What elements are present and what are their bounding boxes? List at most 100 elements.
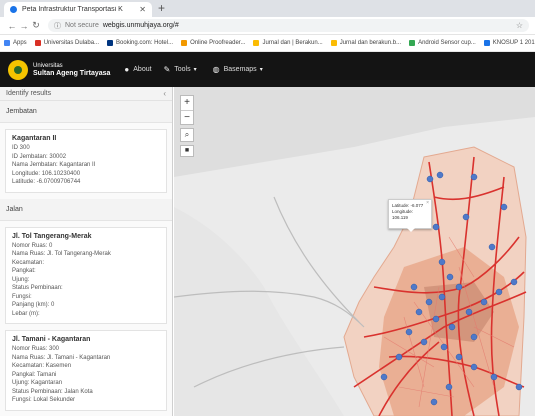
result-card-title: Jl. Tol Tangerang-Merak bbox=[12, 232, 92, 240]
result-group-title: Jembatan bbox=[0, 101, 172, 123]
bookmark-favicon-icon bbox=[107, 40, 114, 46]
map-favicon-icon bbox=[10, 6, 17, 13]
bridge-marker bbox=[495, 288, 503, 296]
result-attribute: Fungsi: bbox=[12, 293, 32, 300]
forward-icon[interactable]: → bbox=[18, 21, 30, 31]
bridge-marker bbox=[515, 383, 523, 391]
result-attribute: Kecamatan: bbox=[12, 259, 45, 266]
result-attribute: Status Pembinaan: Jalan Kota bbox=[12, 388, 93, 395]
bridge-marker bbox=[488, 243, 496, 251]
result-group-title: Jalan bbox=[0, 198, 172, 221]
chevron-left-icon[interactable]: ‹ bbox=[163, 89, 166, 98]
menu-about-label: About bbox=[133, 66, 152, 73]
result-attribute: Pangkat: bbox=[12, 268, 36, 274]
results-list: Jembatan Kagantaran II ID 300 ID Jembatan: … bbox=[0, 101, 172, 411]
menu-basemaps[interactable]: ◍ Basemaps ▾ bbox=[213, 65, 267, 74]
result-card[interactable]: Jl. Tol Tangerang-Merak Nomor Ruas: 0 Nama… bbox=[5, 226, 167, 324]
result-attribute: Nomor Ruas: 300 bbox=[12, 346, 60, 352]
bridge-marker bbox=[500, 203, 508, 211]
bridge-marker bbox=[425, 298, 433, 306]
bridge-marker bbox=[415, 308, 423, 316]
result-attribute: Nomor Ruas: 0 bbox=[12, 242, 53, 249]
menu-basemaps-label: Basemaps bbox=[223, 66, 257, 73]
brand-line2: Sultan Ageng Tirtayasa bbox=[33, 69, 111, 77]
bridge-marker bbox=[405, 328, 413, 336]
menu-tools-label: Tools bbox=[174, 66, 191, 73]
wrench-icon: ✎ bbox=[163, 65, 171, 74]
bookmark-item[interactable]: Android Sensor cup... bbox=[409, 40, 476, 46]
bookmarks-bar: Apps Universitas Dulaba... Booking.com: Ho… bbox=[0, 35, 535, 52]
bookmark-favicon-icon bbox=[483, 40, 490, 46]
coordinate-popup: × Latitude: -6.077 Longitude: 106.119 bbox=[388, 199, 432, 232]
chevron-down-icon: ▾ bbox=[193, 67, 197, 73]
bookmark-favicon-icon bbox=[181, 40, 188, 46]
result-card[interactable]: Kagantaran II ID 300 ID Jembatan: 30002 Nam… bbox=[5, 129, 167, 193]
bookmark-item[interactable]: Online Proofreader... bbox=[181, 40, 245, 46]
bookmark-favicon-icon bbox=[330, 40, 337, 46]
result-attribute: Longitude: 106.10230400 bbox=[12, 170, 81, 177]
info-icon[interactable]: ⓘ bbox=[54, 21, 61, 31]
bookmark-favicon-icon bbox=[4, 40, 10, 46]
search-icon[interactable]: ⌕ bbox=[180, 128, 194, 142]
bridge-marker bbox=[470, 173, 478, 181]
bridge-marker bbox=[446, 273, 454, 281]
menu-tools[interactable]: ✎ Tools ▾ bbox=[164, 65, 201, 74]
bridge-marker bbox=[445, 383, 453, 391]
result-attribute: Nama Jembatan: Kagantaran II bbox=[12, 162, 96, 168]
bridge-marker bbox=[395, 353, 403, 361]
tab-title: Peta Infrastruktur Transportasi K bbox=[22, 6, 123, 13]
bookmark-item[interactable]: Booking.com: Hotel... bbox=[107, 40, 173, 46]
map-canvas[interactable]: + − ⌕ ■ × Latitude: -6.077 Longitude: 10… bbox=[174, 87, 535, 416]
bridge-marker bbox=[470, 333, 478, 341]
bookmark-item[interactable]: Jurnal dan | Berakun... bbox=[253, 40, 323, 46]
result-attribute: Fungsi: Lokal Sekunder bbox=[12, 397, 76, 403]
bridge-marker bbox=[432, 223, 440, 231]
bridge-marker bbox=[440, 343, 448, 351]
bridge-marker bbox=[430, 398, 438, 406]
bridge-marker bbox=[448, 323, 456, 331]
bridge-marker bbox=[455, 353, 463, 361]
close-icon[interactable]: × bbox=[426, 200, 429, 206]
bridge-marker bbox=[480, 298, 488, 306]
star-icon[interactable]: ☆ bbox=[516, 21, 523, 30]
info-icon: ● bbox=[124, 65, 130, 74]
new-tab-button[interactable]: + bbox=[158, 1, 165, 15]
bookmark-label: Booking.com: Hotel... bbox=[116, 40, 174, 46]
university-logo-icon bbox=[8, 59, 28, 80]
bridge-marker bbox=[455, 283, 463, 291]
bookmark-favicon-icon bbox=[253, 40, 260, 46]
zoom-in-button[interactable]: + bbox=[181, 96, 193, 110]
result-card[interactable]: Jl. Tamani - Kagantaran Nomor Ruas: 300 Na… bbox=[5, 330, 167, 411]
reload-icon[interactable]: ↻ bbox=[30, 20, 42, 31]
bridge-marker bbox=[436, 171, 444, 179]
back-icon[interactable]: ← bbox=[6, 21, 18, 31]
url-field[interactable]: ⓘ Not secure webgis.unmuhjaya.org/# ☆ bbox=[48, 19, 529, 32]
bookmark-label: Apps bbox=[13, 40, 27, 46]
bridge-marker bbox=[490, 373, 498, 381]
menu-about[interactable]: ● About bbox=[124, 65, 151, 74]
result-card-title: Jl. Tamani - Kagantaran bbox=[12, 336, 91, 343]
bookmark-item[interactable]: Universitas Dulaba... bbox=[34, 40, 99, 46]
identify-sidebar: Identify results ‹ Jembatan Kagantaran II… bbox=[0, 87, 173, 416]
bridge-marker bbox=[410, 283, 418, 291]
bookmark-item[interactable]: KNOSUP 1 2019 bbox=[483, 40, 535, 46]
browser-tab[interactable]: Peta Infrastruktur Transportasi K ✕ bbox=[4, 2, 152, 17]
identify-icon[interactable]: ■ bbox=[180, 145, 194, 157]
brand-line1: Universitas bbox=[33, 62, 63, 69]
result-attribute: Latitude: -6.07009706744 bbox=[12, 179, 81, 185]
popup-longitude: Longitude: 106.119 bbox=[392, 209, 414, 220]
bridge-marker bbox=[432, 315, 440, 323]
brand: Universitas Sultan Ageng Tirtayasa bbox=[33, 62, 110, 78]
bridge-marker bbox=[438, 293, 446, 301]
bookmark-item[interactable]: Jurnal dan berakun.b... bbox=[330, 40, 401, 46]
result-attribute: Nama Ruas: Jl. Tol Tangerang-Merak bbox=[12, 251, 111, 257]
bookmark-item[interactable]: Apps bbox=[4, 40, 27, 46]
bridge-marker bbox=[465, 308, 473, 316]
close-icon[interactable]: ✕ bbox=[139, 5, 146, 14]
result-attribute: ID 300 bbox=[12, 145, 30, 151]
bookmark-favicon-icon bbox=[34, 40, 41, 46]
sidebar-header: Identify results ‹ bbox=[0, 87, 172, 101]
result-attribute: Ujung: Kagantaran bbox=[12, 380, 63, 386]
sidebar-title: Identify results bbox=[6, 90, 52, 97]
zoom-out-button[interactable]: − bbox=[181, 110, 193, 124]
